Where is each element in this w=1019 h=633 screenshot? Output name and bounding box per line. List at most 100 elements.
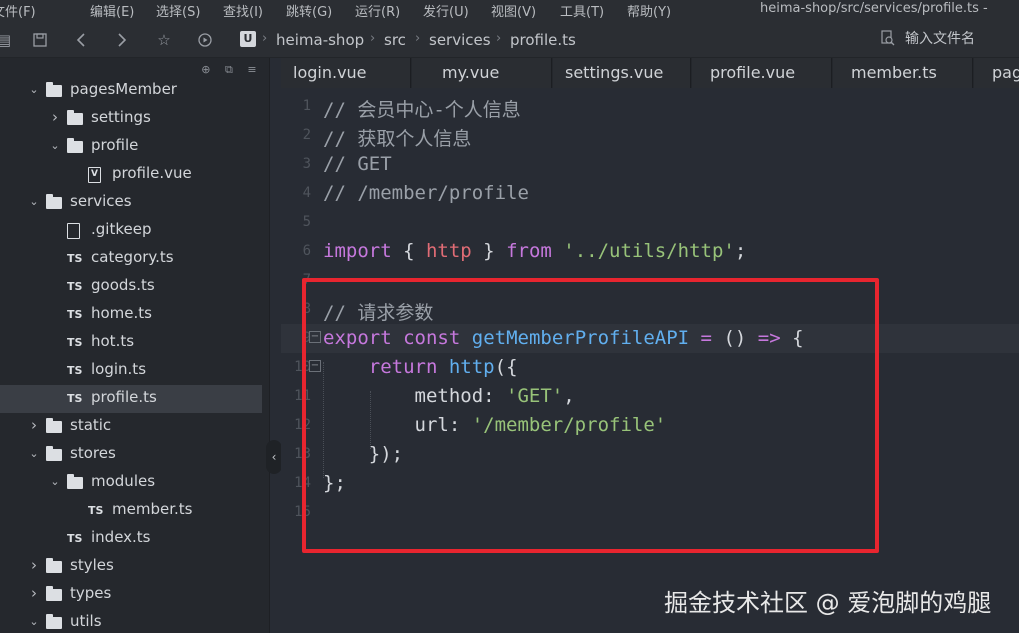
- tree-item[interactable]: ⌄ services: [0, 189, 262, 217]
- chevron-right-icon[interactable]: ›: [49, 108, 61, 126]
- tree-item[interactable]: › types: [0, 581, 262, 609]
- code-line[interactable]: 2 // 获取个人信息: [281, 121, 1019, 150]
- menu-item-find[interactable]: 查找(I): [223, 1, 263, 20]
- chevron-down-icon[interactable]: ⌄: [28, 195, 40, 208]
- menu-item-view[interactable]: 视图(V): [491, 1, 536, 20]
- code-line[interactable]: 14};: [281, 469, 1019, 498]
- code-line[interactable]: 3 // GET: [281, 150, 1019, 179]
- tab-my-vue[interactable]: my.vue: [412, 58, 552, 88]
- code-token: // 会员中心-个人信息: [323, 99, 521, 121]
- tab-login-vue[interactable]: login.vue: [281, 58, 411, 88]
- chevron-right-icon[interactable]: ›: [28, 416, 40, 434]
- code-line[interactable]: 6 import { http } from '../utils/http';: [281, 237, 1019, 266]
- file-search-input[interactable]: [905, 29, 1015, 49]
- code-line[interactable]: 7: [281, 266, 1019, 295]
- code-line[interactable]: 13 });: [281, 440, 1019, 469]
- breadcrumb-file[interactable]: profile.ts: [510, 31, 576, 49]
- tab-settings-vue[interactable]: settings.vue: [553, 58, 691, 88]
- sidebar-collapse-icon[interactable]: ‹: [266, 440, 282, 474]
- tree-item[interactable]: ⌄ modules: [0, 469, 262, 497]
- fold-toggle-icon[interactable]: −: [309, 360, 321, 372]
- sidebar-toggle-icon[interactable]: ▤: [0, 30, 14, 50]
- menu-item-publish[interactable]: 发行(U): [423, 1, 469, 20]
- fold-toggle-icon[interactable]: −: [309, 331, 321, 343]
- tab-label: settings.vue: [565, 63, 664, 82]
- tree-item[interactable]: › settings: [0, 105, 262, 133]
- code-token: });: [323, 443, 404, 465]
- menu-item-edit[interactable]: 编辑(E): [90, 1, 134, 20]
- tree-item[interactable]: TS category.ts: [0, 245, 262, 273]
- code-line[interactable]: 11 method: 'GET',: [281, 382, 1019, 411]
- code-text: };: [323, 472, 346, 494]
- line-number: 13: [294, 446, 311, 462]
- code-line[interactable]: 1 // 会员中心-个人信息: [281, 92, 1019, 121]
- breadcrumb-src[interactable]: src: [384, 31, 406, 49]
- menu-item-tools[interactable]: 工具(T): [560, 1, 604, 20]
- star-icon[interactable]: ☆: [154, 30, 174, 50]
- breadcrumb-project[interactable]: heima-shop: [276, 31, 364, 49]
- back-icon[interactable]: [72, 30, 92, 50]
- menu-item-goto[interactable]: 跳转(G): [286, 1, 332, 20]
- tree-item[interactable]: ⌄ pagesMember: [0, 77, 262, 105]
- tab-profile-vue[interactable]: profile.vue: [692, 58, 832, 88]
- tree-item-label: member.ts: [112, 500, 193, 518]
- tree-item-label: styles: [70, 556, 114, 574]
- tree-item[interactable]: TS login.ts: [0, 357, 262, 385]
- chevron-down-icon[interactable]: ⌄: [28, 447, 40, 460]
- menu-item-select[interactable]: 选择(S): [156, 1, 200, 20]
- menu-item-run[interactable]: 运行(R): [355, 1, 400, 20]
- explorer-menu-icon[interactable]: ≡: [243, 63, 261, 76]
- watermark: 掘金技术社区 @ 爱泡脚的鸡腿: [664, 589, 992, 617]
- breadcrumb-separator: ›: [415, 31, 421, 46]
- tab-member-ts[interactable]: member.ts: [833, 58, 973, 88]
- chevron-right-icon[interactable]: ›: [28, 556, 40, 574]
- chevron-down-icon[interactable]: ⌄: [49, 139, 61, 152]
- tree-item-label: static: [70, 416, 112, 434]
- vue-file-icon: V: [88, 166, 106, 184]
- tree-item[interactable]: TS goods.ts: [0, 273, 262, 301]
- tree-item[interactable]: Vprofile.vue: [0, 161, 262, 189]
- run-icon[interactable]: [195, 30, 215, 50]
- tree-item[interactable]: .gitkeep: [0, 217, 262, 245]
- line-number: 15: [294, 504, 311, 520]
- code-token: url: [414, 414, 449, 436]
- chevron-right-icon[interactable]: ›: [28, 584, 40, 602]
- tree-item[interactable]: TS index.ts: [0, 525, 262, 553]
- forward-icon[interactable]: [112, 30, 132, 50]
- code-line[interactable]: 5: [281, 208, 1019, 237]
- code-line[interactable]: 10− return http({: [281, 353, 1019, 382]
- code-line[interactable]: 9− export const getMemberProfileAPI = () …: [281, 324, 1019, 353]
- menu-item-help[interactable]: 帮助(Y): [627, 1, 671, 20]
- tree-item[interactable]: TS profile.ts: [0, 385, 262, 413]
- code-editor[interactable]: 1 // 会员中心-个人信息 2 // 获取个人信息 3 // GET 4 // /membe…: [281, 88, 1019, 633]
- tree-item[interactable]: TS member.ts: [0, 497, 262, 525]
- tree-item[interactable]: ⌄ utils: [0, 609, 262, 633]
- tree-item[interactable]: TS hot.ts: [0, 329, 262, 357]
- code-line[interactable]: 12 url: '/member/profile': [281, 411, 1019, 440]
- tree-item[interactable]: › static: [0, 413, 262, 441]
- code-line[interactable]: 4 // /member/profile: [281, 179, 1019, 208]
- locate-file-icon[interactable]: ⊕: [197, 63, 215, 76]
- tree-item[interactable]: ⌄ stores: [0, 441, 262, 469]
- chevron-down-icon[interactable]: ⌄: [49, 475, 61, 488]
- folder-icon: [46, 194, 64, 212]
- typescript-file-icon: TS: [67, 252, 83, 265]
- code-line[interactable]: 8 // 请求参数: [281, 295, 1019, 324]
- typescript-file-icon: TS: [67, 364, 83, 377]
- tab-pages-json[interactable]: pag: [974, 58, 1019, 88]
- line-number: 7: [302, 272, 311, 288]
- breadcrumb-services[interactable]: services: [429, 31, 491, 49]
- menu-item-file[interactable]: 文件(F): [0, 1, 36, 20]
- tree-item[interactable]: › styles: [0, 553, 262, 581]
- chevron-down-icon[interactable]: ⌄: [28, 83, 40, 96]
- typescript-file-icon: TS: [67, 392, 83, 405]
- code-line[interactable]: 15: [281, 498, 1019, 527]
- folder-icon: [67, 474, 85, 492]
- tree-item[interactable]: ⌄ profile: [0, 133, 262, 161]
- collapse-all-icon[interactable]: ⧉: [220, 63, 238, 77]
- tree-item[interactable]: TS home.ts: [0, 301, 262, 329]
- chevron-down-icon[interactable]: ⌄: [28, 615, 40, 628]
- save-icon[interactable]: [30, 30, 50, 50]
